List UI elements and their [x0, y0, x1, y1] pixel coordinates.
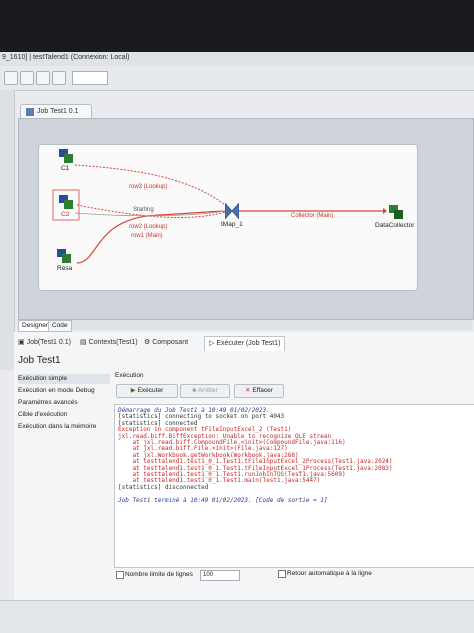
line-limit-label: Nombre limite de lignes: [125, 571, 193, 578]
console-lines: Démarrage du Job Test1 à 10:49 01/02/202…: [115, 407, 474, 504]
tab-designer[interactable]: Designer: [18, 320, 53, 332]
menu-memory-run[interactable]: Exécution dans la mémoire: [18, 422, 96, 432]
tab-component-label: Composant: [152, 339, 189, 346]
run-panel-tabs: ▣ Job(Test1 0.1) ▤ Contexts(Test1) ⚙ Com…: [14, 336, 474, 352]
excel-input-icon[interactable]: [59, 149, 73, 163]
menu-advanced-settings[interactable]: Paramètres avancés: [18, 398, 78, 408]
stop-button[interactable]: ■ Arrêter: [180, 384, 230, 398]
toolbar-icon-3[interactable]: [36, 71, 50, 85]
data-collector-icon[interactable]: [389, 205, 403, 219]
wrap-checkbox[interactable]: [278, 570, 286, 578]
job-canvas[interactable]: C1 C2 Résa tMap_1 DataCollector row3 (Lo…: [38, 144, 418, 291]
tab-run[interactable]: ▷ Exécuter (Job Test1): [204, 336, 286, 351]
tab-job-label: Job(Test1 0.1): [26, 339, 71, 346]
link-label-collector: Collector (Main): [291, 213, 334, 219]
toolbar-dropdown[interactable]: [72, 71, 108, 85]
stop-button-label: Arrêter: [197, 387, 218, 394]
tab-run-label: Exécuter (Job Test1): [216, 340, 281, 347]
wrap-label: Retour automatique à la ligne: [287, 570, 372, 577]
run-button-label: Exécuter: [137, 387, 164, 394]
tmap-icon[interactable]: [225, 203, 239, 219]
tab-job[interactable]: ▣ Job(Test1 0.1): [18, 336, 71, 350]
component-tab-icon: ⚙: [144, 339, 153, 346]
excel-input-icon[interactable]: [59, 195, 73, 209]
title-bar: 9_1610] | testTalend1 (Connexion: Local): [0, 52, 474, 67]
component-label-tmap: tMap_1: [221, 221, 243, 228]
run-mode-menu: Exécution simple Exécution en mode Debug…: [16, 372, 112, 632]
clear-button[interactable]: ✕ Effacer: [234, 384, 284, 398]
studio-window: 9_1610] | testTalend1 (Connexion: Local)…: [0, 52, 474, 633]
link-label-row1: row1 (Main): [131, 233, 163, 239]
arrowhead: [383, 208, 387, 214]
console-line: Job Test1 terminé à 10:49 01/02/2023. [C…: [118, 496, 328, 504]
status-bar: [0, 600, 474, 633]
console-output[interactable]: Démarrage du Job Test1 à 10:49 01/02/202…: [114, 404, 474, 568]
toolbar: [0, 66, 474, 91]
excel-input-icon[interactable]: [57, 249, 71, 263]
left-strip: [0, 90, 15, 370]
section-title: Exécution: [115, 372, 144, 379]
tab-contexts[interactable]: ▤ Contexts(Test1): [80, 336, 138, 350]
toolbar-icon-2[interactable]: [20, 71, 34, 85]
menu-simple-run[interactable]: Exécution simple: [18, 374, 110, 384]
run-button[interactable]: ▶ Exécuter: [116, 384, 178, 398]
clear-button-label: Effacer: [252, 387, 273, 394]
toolbar-icon-4[interactable]: [52, 71, 66, 85]
tab-contexts-label: Contexts(Test1): [88, 339, 138, 346]
link-label-starting: Starting: [133, 207, 154, 213]
designer-code-tabs: Designer Code: [18, 320, 472, 332]
contexts-tab-icon: ▤: [80, 339, 89, 346]
component-label-resa: Résa: [57, 265, 73, 272]
play-icon: ▶: [130, 387, 138, 394]
component-label-datacollector: DataCollector: [375, 222, 415, 229]
line-limit-checkbox[interactable]: [116, 571, 124, 579]
link-label-row2: row2 (Lookup): [129, 224, 168, 230]
menu-debug-run[interactable]: Exécution en mode Debug: [18, 386, 95, 396]
job-title: Job Test1: [18, 355, 61, 366]
job-tab-icon: ▣: [18, 339, 27, 346]
editor-tab-label: Job Test1 0.1: [37, 108, 79, 115]
window-title: 9_1610] | testTalend1 (Connexion: Local): [2, 54, 130, 61]
component-label-c1: C1: [61, 165, 70, 172]
line-limit-input[interactable]: 100: [200, 570, 240, 581]
tab-code[interactable]: Code: [48, 320, 72, 332]
link-label-row3: row3 (Lookup): [129, 184, 168, 190]
job-icon: [26, 108, 34, 116]
tab-component[interactable]: ⚙ Composant: [144, 336, 188, 350]
component-label-c2: C2: [61, 211, 70, 218]
editor-tab[interactable]: Job Test1 0.1: [20, 104, 92, 119]
menu-target[interactable]: Cible d'exécution: [18, 410, 67, 420]
toolbar-icon-1[interactable]: [4, 71, 18, 85]
